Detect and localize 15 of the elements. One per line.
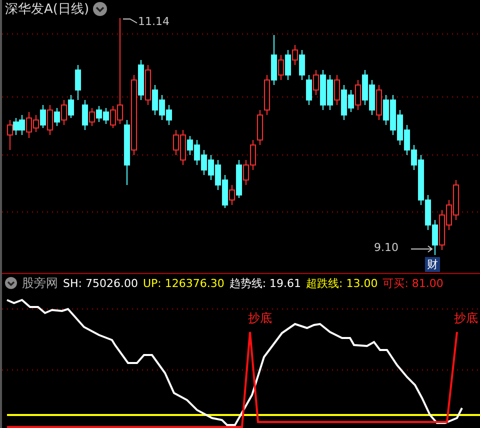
high-price-label: 11.14: [138, 15, 170, 28]
indicator-reading: SH: 75026.00: [63, 276, 138, 290]
indicator-reading: 超跌线: 13.00: [306, 276, 378, 290]
signal-label: 抄底: [248, 310, 272, 327]
indicator-reading: 趋势线: 19.61: [229, 276, 302, 290]
dropdown-icon[interactable]: [5, 277, 17, 289]
low-price-label: 9.10: [374, 241, 398, 254]
indicator-reading: UP: 126376.30: [142, 276, 224, 290]
pointer-arrow-icon: [410, 246, 433, 252]
chart-title: 深华发A(日线): [5, 1, 90, 18]
signal-label: 抄底: [454, 310, 478, 327]
indicator-reading: 可买: 81.00: [382, 276, 444, 290]
dropdown-icon[interactable]: [93, 2, 108, 16]
indicator-name: 股旁网: [22, 274, 58, 292]
finance-badge: 财: [425, 257, 440, 272]
